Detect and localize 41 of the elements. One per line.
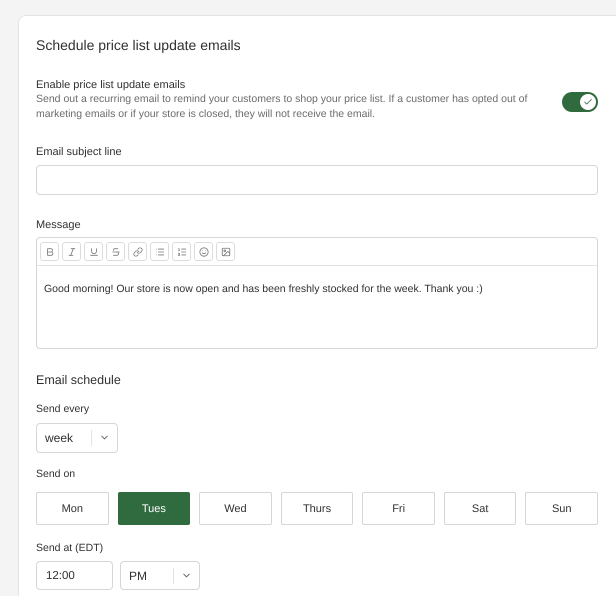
toolbar-button[interactable] bbox=[106, 242, 125, 261]
underline-icon bbox=[88, 246, 98, 256]
section-subtitle: Email schedule bbox=[36, 372, 122, 389]
toolbar-button[interactable] bbox=[216, 242, 235, 261]
bold-icon bbox=[44, 246, 54, 256]
day-button[interactable]: Mon bbox=[36, 492, 109, 526]
strikethrough-icon bbox=[110, 246, 120, 256]
day-button[interactable]: Sun bbox=[525, 492, 598, 526]
image-icon bbox=[220, 246, 230, 256]
day-button[interactable]: Wed bbox=[199, 492, 272, 526]
field-label: Send on bbox=[36, 466, 76, 482]
italic-icon bbox=[66, 246, 76, 256]
toggle-switch[interactable] bbox=[562, 92, 598, 112]
smiley-icon bbox=[198, 246, 208, 256]
day-button[interactable]: Fri bbox=[362, 492, 435, 526]
field-label: Email subject line bbox=[36, 145, 123, 160]
message-editor[interactable]: Good morning! Our store is now open and has been freshly stocked for the week. Thank you :) bbox=[36, 237, 598, 349]
field-label: Message bbox=[36, 218, 82, 232]
message-text: Good morning! Our store is now open and has been freshly stocked for the week. Thank you :) bbox=[43, 282, 484, 297]
setting-label: Enable price list update emails bbox=[36, 78, 186, 92]
link-icon bbox=[132, 246, 142, 256]
time-input-field[interactable]: 12:00 bbox=[36, 561, 113, 590]
toolbar-button[interactable] bbox=[84, 242, 103, 261]
frequency-select[interactable]: week bbox=[36, 422, 118, 452]
day-button[interactable]: Thurs bbox=[280, 492, 354, 526]
section-title: Schedule price list update emails bbox=[36, 36, 242, 54]
toolbar-button[interactable] bbox=[172, 242, 191, 261]
day-button[interactable]: Sat bbox=[444, 492, 516, 526]
toolbar-button[interactable] bbox=[62, 242, 81, 261]
day-button[interactable]: Tues bbox=[118, 492, 190, 526]
field-label: Send at (EDT) bbox=[36, 541, 104, 556]
toolbar-button[interactable] bbox=[194, 242, 213, 261]
numbered-list-icon bbox=[176, 246, 186, 256]
period-select[interactable]: PM bbox=[120, 561, 200, 590]
subject-input-field[interactable] bbox=[36, 164, 598, 194]
field-label: Send every bbox=[36, 402, 90, 417]
toolbar-button[interactable] bbox=[150, 242, 169, 261]
toolbar-button[interactable] bbox=[128, 242, 147, 261]
toolbar-button[interactable] bbox=[40, 242, 59, 261]
check-icon bbox=[583, 97, 593, 107]
setting-description: Send out a recurring email to remind your customers to shop your price list. If a customer has opted out of marketing emails or if your store is closed, they will not receive the email. bbox=[36, 92, 528, 122]
